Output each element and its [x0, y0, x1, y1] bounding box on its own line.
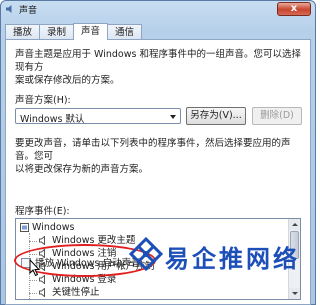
- tab-sounds[interactable]: 声音: [73, 23, 109, 40]
- speaker-icon: [39, 236, 45, 245]
- tab-playback[interactable]: 播放: [5, 24, 41, 40]
- watermark-text: 易企推网络: [165, 245, 300, 273]
- close-button[interactable]: x: [277, 2, 311, 16]
- windows-folder-icon: [20, 223, 29, 232]
- tree-root-label: Windows: [32, 222, 75, 233]
- delete-button[interactable]: 删除(D): [252, 107, 302, 125]
- tab-communications[interactable]: 通信: [107, 24, 143, 40]
- change-instructions: 要更改声音，请单击以下列表中的程序事件，然后选择要应用的声音。您可 以将更改保存…: [15, 138, 291, 175]
- tab-recording[interactable]: 录制: [39, 24, 75, 40]
- scheme-label: 声音方案(H):: [15, 95, 71, 106]
- scroll-down-arrow-icon[interactable]: [289, 288, 300, 299]
- event-label: 关键性停止: [52, 287, 100, 298]
- tab-strip: 播放 录制 声音 通信: [5, 23, 143, 40]
- logo-mark-icon: [129, 237, 163, 271]
- chevron-down-icon: [170, 115, 176, 119]
- speaker-icon: [6, 5, 12, 13]
- save-as-button[interactable]: 另存为(V)...: [186, 107, 246, 125]
- sound-dialog: 声音 x 播放 录制 声音 通信 声音主题是应用于 Windows 和程序事件中…: [0, 0, 316, 305]
- window-title: 声音: [19, 6, 38, 16]
- scroll-up-arrow-icon[interactable]: [289, 219, 300, 230]
- speaker-icon: [39, 288, 45, 297]
- scheme-selected-value: Windows 默认: [20, 114, 85, 125]
- title-bar: 声音 x: [1, 1, 315, 17]
- intro-text: 声音主题是应用于 Windows 和程序事件中的一组声音。您可以选择现有方 案或…: [15, 49, 301, 86]
- events-label: 程序事件(E):: [15, 206, 70, 217]
- list-item-windows-root[interactable]: Windows: [16, 221, 286, 234]
- watermark-logo: 易企推网络: [127, 236, 315, 273]
- list-item[interactable]: 关键性停止: [16, 286, 286, 299]
- scheme-select[interactable]: Windows 默认: [15, 108, 181, 125]
- mouse-cursor-icon: [29, 259, 41, 277]
